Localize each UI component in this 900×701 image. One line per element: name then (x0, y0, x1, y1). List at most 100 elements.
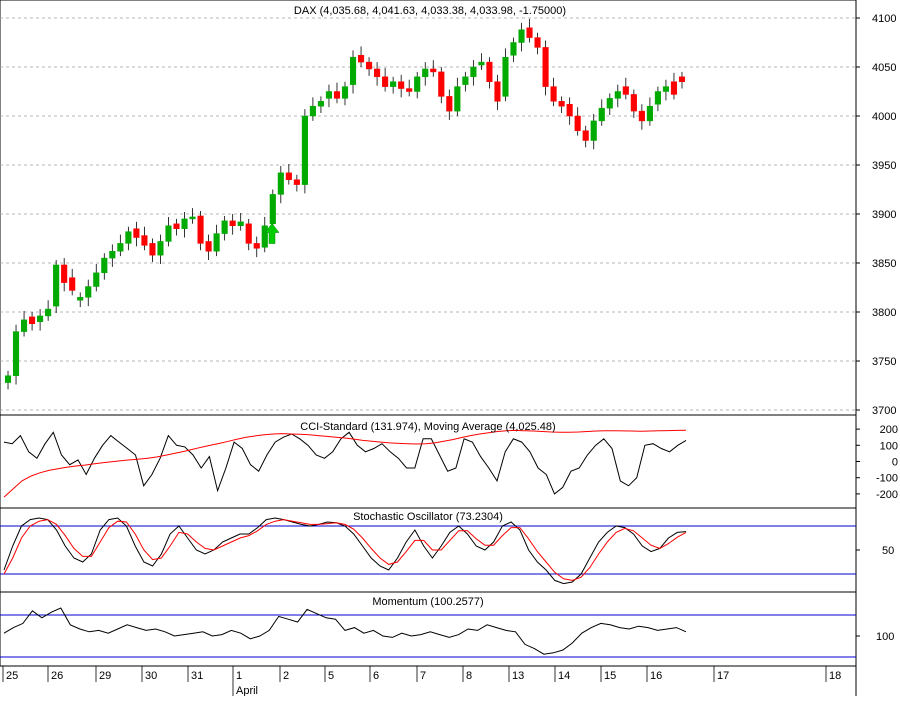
x-tick-label: 26 (51, 670, 63, 682)
candle-body (422, 68, 429, 78)
candle-body (494, 81, 501, 102)
candle-body (197, 215, 204, 244)
candle-body (438, 71, 445, 97)
candle-body (253, 243, 260, 249)
candle-body (518, 29, 525, 43)
candle-body (590, 120, 597, 141)
candle-body (382, 76, 389, 87)
cci-tick-label: 100 (880, 440, 898, 452)
candle-body (301, 115, 308, 185)
candle-body (45, 308, 52, 317)
candle-body (309, 105, 316, 117)
x-tick-label: 14 (558, 670, 570, 682)
candle-body (101, 257, 108, 274)
cci-title: CCI-Standard (131.974), Moving Average (… (300, 421, 555, 433)
candle-body (341, 86, 349, 99)
cci-tick-label: 200 (880, 424, 898, 436)
x-tick-label: 15 (604, 670, 616, 682)
candle-body (349, 56, 357, 85)
candle-body (4, 375, 12, 383)
candle-body (550, 86, 557, 102)
candle-body (510, 42, 517, 56)
candle-body (125, 231, 132, 244)
candle-body (317, 101, 324, 107)
candle-body (181, 218, 188, 229)
candle-body (229, 220, 236, 227)
cci-tick-label: -100 (876, 473, 898, 485)
x-tick-label: 8 (466, 670, 472, 682)
candle-body (398, 81, 405, 89)
candle-body (277, 172, 284, 195)
candle-body (630, 94, 637, 112)
candle-body (165, 225, 172, 242)
x-tick-label: 17 (717, 670, 729, 682)
candle-body (462, 76, 469, 85)
candle-body (77, 297, 84, 301)
candle-body (189, 216, 196, 220)
candle-body (149, 243, 156, 256)
candle-body (654, 91, 661, 105)
x-tick-label: 29 (99, 670, 111, 682)
candle-body (414, 76, 421, 92)
x-tick-label: 1 (236, 670, 242, 682)
candle-body (21, 319, 28, 332)
x-tick-label: 30 (145, 670, 157, 682)
candle-body (69, 277, 76, 291)
candle-body (261, 225, 268, 248)
x-tick-label: 16 (650, 670, 662, 682)
candle-body (93, 272, 100, 287)
candle-body (582, 130, 589, 141)
candle-body (542, 47, 549, 87)
candle-body (157, 241, 164, 256)
candle-body (526, 27, 533, 38)
momentum-tick-label: 100 (876, 631, 894, 643)
candle-body (37, 315, 44, 323)
candle-body (117, 243, 124, 252)
candle-body (598, 107, 605, 122)
candle-body (366, 61, 373, 70)
candle-body (478, 61, 485, 66)
candle-body (646, 105, 653, 122)
candle-body (486, 61, 493, 82)
candle-body (213, 233, 220, 252)
stochastic-tick-label: 50 (882, 545, 894, 557)
stochastic-title: Stochastic Oscillator (73.2304) (353, 511, 503, 523)
candle-body (670, 81, 678, 95)
candle-body (502, 56, 509, 97)
x-tick-label: 31 (191, 670, 203, 682)
candle-body (333, 91, 341, 99)
candle-body (29, 316, 36, 325)
candle-body (406, 88, 413, 92)
x-tick-label: 7 (420, 670, 426, 682)
candle-body (622, 86, 629, 95)
price-tick-label: 4050 (872, 62, 896, 74)
x-tick-label: 18 (829, 670, 841, 682)
momentum-title: Momentum (100.2577) (372, 596, 483, 608)
price-tick-label: 3850 (872, 258, 896, 270)
candle-body (566, 103, 573, 117)
price-tick-label: 3750 (872, 356, 896, 368)
price-tick-label: 4000 (872, 111, 896, 123)
candle-body (446, 96, 453, 112)
candle-body (390, 81, 397, 87)
x-tick-label: 25 (6, 670, 18, 682)
candle-body (205, 241, 212, 252)
candle-body (574, 115, 581, 131)
candle-body (221, 220, 228, 234)
candle-body (614, 91, 621, 99)
candle-body (357, 54, 365, 63)
candle-body (85, 286, 92, 298)
candle-body (638, 110, 645, 122)
x-tick-label: 5 (328, 670, 334, 682)
price-tick-label: 3900 (872, 209, 896, 221)
cci-tick-label: 0 (892, 457, 898, 469)
chart-root: 3700 3750 3800 3850 3900 3950 4000 4050 4100 DAX … (0, 0, 900, 697)
candle-body (430, 68, 437, 73)
candle-body (606, 98, 613, 109)
candle-body (285, 172, 292, 180)
candle-body (109, 250, 116, 259)
candle-body (454, 86, 461, 112)
candle-body (534, 37, 541, 48)
candle-body (678, 76, 686, 82)
candle-body (558, 101, 565, 107)
